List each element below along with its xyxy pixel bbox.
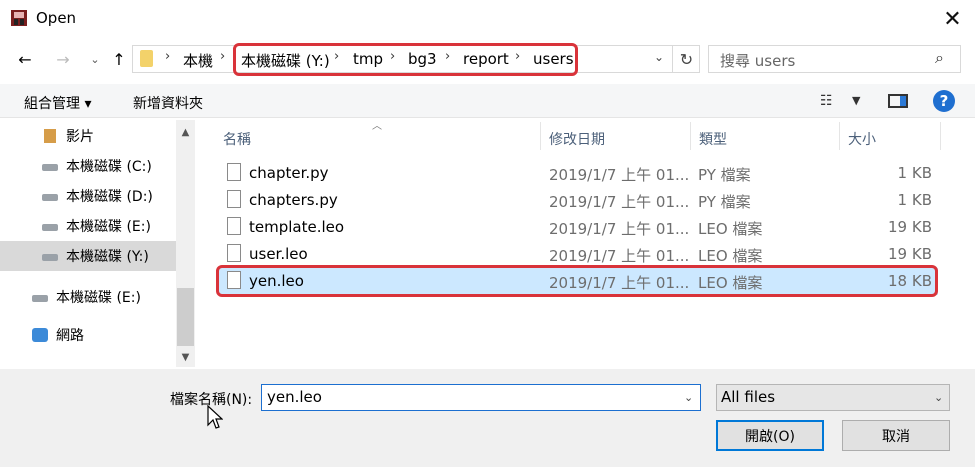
chevron-right-icon: › bbox=[165, 49, 171, 64]
sidebar-item-label: 本機磁碟 (E:) bbox=[66, 219, 151, 235]
sidebar-item-drive-d[interactable]: 本機磁碟 (D:) bbox=[42, 181, 176, 211]
file-name: user.leo bbox=[249, 245, 308, 263]
file-row[interactable]: chapters.py 2019/1/7 上午 01... PY 檔案 1 KB bbox=[218, 187, 938, 214]
sidebar-item-label: 本機磁碟 (E:) bbox=[56, 290, 141, 306]
drive-icon bbox=[42, 163, 58, 171]
close-icon: ✕ bbox=[943, 6, 962, 32]
file-date: 2019/1/7 上午 01... bbox=[549, 193, 690, 211]
organize-button[interactable]: 組合管理 ▾ bbox=[24, 93, 91, 113]
drive-icon bbox=[42, 253, 58, 261]
refresh-button[interactable]: ↻ bbox=[672, 45, 700, 73]
column-header-date[interactable]: 修改日期 bbox=[549, 129, 605, 149]
refresh-icon: ↻ bbox=[679, 49, 694, 69]
drive-icon bbox=[42, 223, 58, 231]
filetype-select[interactable]: All files bbox=[716, 384, 950, 411]
file-type: PY 檔案 bbox=[698, 193, 751, 211]
file-date: 2019/1/7 上午 01... bbox=[549, 220, 690, 238]
up-button[interactable]: ↑ bbox=[108, 48, 130, 70]
sort-ascending-icon: ︿ bbox=[372, 121, 382, 132]
file-date: 2019/1/7 上午 01... bbox=[549, 166, 690, 184]
back-button[interactable]: ← bbox=[14, 48, 36, 70]
sidebar-item-label: 網路 bbox=[56, 328, 84, 344]
column-header-type[interactable]: 類型 bbox=[699, 129, 727, 149]
sidebar-item-label: 影片 bbox=[66, 129, 94, 145]
mouse-cursor-icon bbox=[207, 405, 223, 429]
drive-icon bbox=[42, 193, 58, 201]
sidebar-item-videos[interactable]: 影片 bbox=[44, 121, 176, 151]
network-icon bbox=[32, 328, 48, 342]
file-size: 19 KB bbox=[888, 218, 932, 236]
sidebar-item-drive-y[interactable]: 本機磁碟 (Y:) bbox=[0, 241, 176, 271]
video-folder-icon bbox=[44, 129, 56, 143]
file-row[interactable]: template.leo 2019/1/7 上午 01... LEO 檔案 19… bbox=[218, 214, 938, 241]
file-name: chapter.py bbox=[249, 164, 329, 182]
filetype-dropdown-icon[interactable]: ⌄ bbox=[934, 391, 943, 404]
sidebar-item-label: 本機磁碟 (Y:) bbox=[66, 249, 149, 265]
scrollbar-thumb[interactable] bbox=[177, 288, 194, 346]
selection-highlight bbox=[216, 265, 938, 297]
file-size: 1 KB bbox=[897, 191, 932, 209]
column-header-size[interactable]: 大小 bbox=[848, 129, 876, 149]
arrow-right-icon: → bbox=[56, 49, 70, 69]
column-divider[interactable] bbox=[839, 122, 840, 150]
app-icon bbox=[11, 10, 27, 26]
column-divider[interactable] bbox=[540, 122, 541, 150]
file-icon bbox=[227, 163, 241, 181]
sidebar-item-label: 本機磁碟 (C:) bbox=[66, 159, 152, 175]
sidebar-item-network[interactable]: 網路 bbox=[32, 320, 176, 350]
cancel-button[interactable]: 取消 bbox=[842, 420, 950, 451]
file-row[interactable]: chapter.py 2019/1/7 上午 01... PY 檔案 1 KB bbox=[218, 160, 938, 187]
column-header-name[interactable]: 名稱 bbox=[223, 129, 251, 149]
path-highlight bbox=[233, 43, 578, 76]
filename-input[interactable]: yen.leo bbox=[261, 384, 701, 411]
file-date: 2019/1/7 上午 01... bbox=[549, 247, 690, 265]
view-dropdown-icon[interactable]: ▼ bbox=[852, 94, 860, 107]
search-placeholder: 搜尋 users bbox=[720, 52, 796, 70]
sidebar-item-drive-e[interactable]: 本機磁碟 (E:) bbox=[42, 211, 176, 241]
title-bar: Open bbox=[0, 0, 975, 38]
drive-icon bbox=[32, 294, 48, 302]
file-type: LEO 檔案 bbox=[698, 247, 763, 265]
arrow-up-icon: ↑ bbox=[112, 49, 126, 69]
column-divider[interactable] bbox=[940, 122, 941, 150]
file-icon bbox=[227, 190, 241, 208]
file-type: LEO 檔案 bbox=[698, 220, 763, 238]
file-name: template.leo bbox=[249, 218, 345, 236]
new-folder-button[interactable]: 新增資料夾 bbox=[133, 93, 203, 113]
preview-pane-icon[interactable] bbox=[888, 94, 908, 108]
forward-button[interactable]: → bbox=[52, 48, 74, 70]
file-name: chapters.py bbox=[249, 191, 338, 209]
file-icon bbox=[227, 217, 241, 235]
view-options-icon[interactable]: ☷ bbox=[820, 93, 833, 109]
sidebar-item-label: 本機磁碟 (D:) bbox=[66, 189, 153, 205]
arrow-left-icon: ← bbox=[18, 49, 32, 69]
open-button[interactable]: 開啟(O) bbox=[716, 420, 824, 451]
sidebar-item-drive-e-2[interactable]: 本機磁碟 (E:) bbox=[32, 282, 176, 312]
recent-locations-button[interactable]: ⌄ bbox=[84, 48, 106, 70]
filename-dropdown-icon[interactable]: ⌄ bbox=[684, 391, 693, 404]
breadcrumb-item[interactable]: 本機 bbox=[183, 50, 213, 71]
search-icon: ⌕ bbox=[935, 48, 944, 67]
column-divider[interactable] bbox=[690, 122, 691, 150]
file-type: PY 檔案 bbox=[698, 166, 751, 184]
folder-icon bbox=[140, 50, 153, 67]
scroll-down-icon[interactable]: ▼ bbox=[176, 348, 195, 366]
scroll-up-icon[interactable]: ▲ bbox=[176, 123, 195, 141]
window-title: Open bbox=[36, 9, 77, 27]
sidebar-item-drive-c[interactable]: 本機磁碟 (C:) bbox=[42, 151, 176, 181]
file-row[interactable]: user.leo 2019/1/7 上午 01... LEO 檔案 19 KB bbox=[218, 241, 938, 268]
chevron-right-icon: › bbox=[220, 49, 226, 64]
file-size: 1 KB bbox=[897, 164, 932, 182]
chevron-down-icon: ⌄ bbox=[90, 52, 100, 66]
file-size: 19 KB bbox=[888, 245, 932, 263]
address-dropdown-icon[interactable]: ⌄ bbox=[654, 50, 664, 64]
help-icon[interactable]: ? bbox=[933, 90, 955, 112]
file-icon bbox=[227, 244, 241, 262]
close-button[interactable]: ✕ bbox=[930, 0, 975, 38]
